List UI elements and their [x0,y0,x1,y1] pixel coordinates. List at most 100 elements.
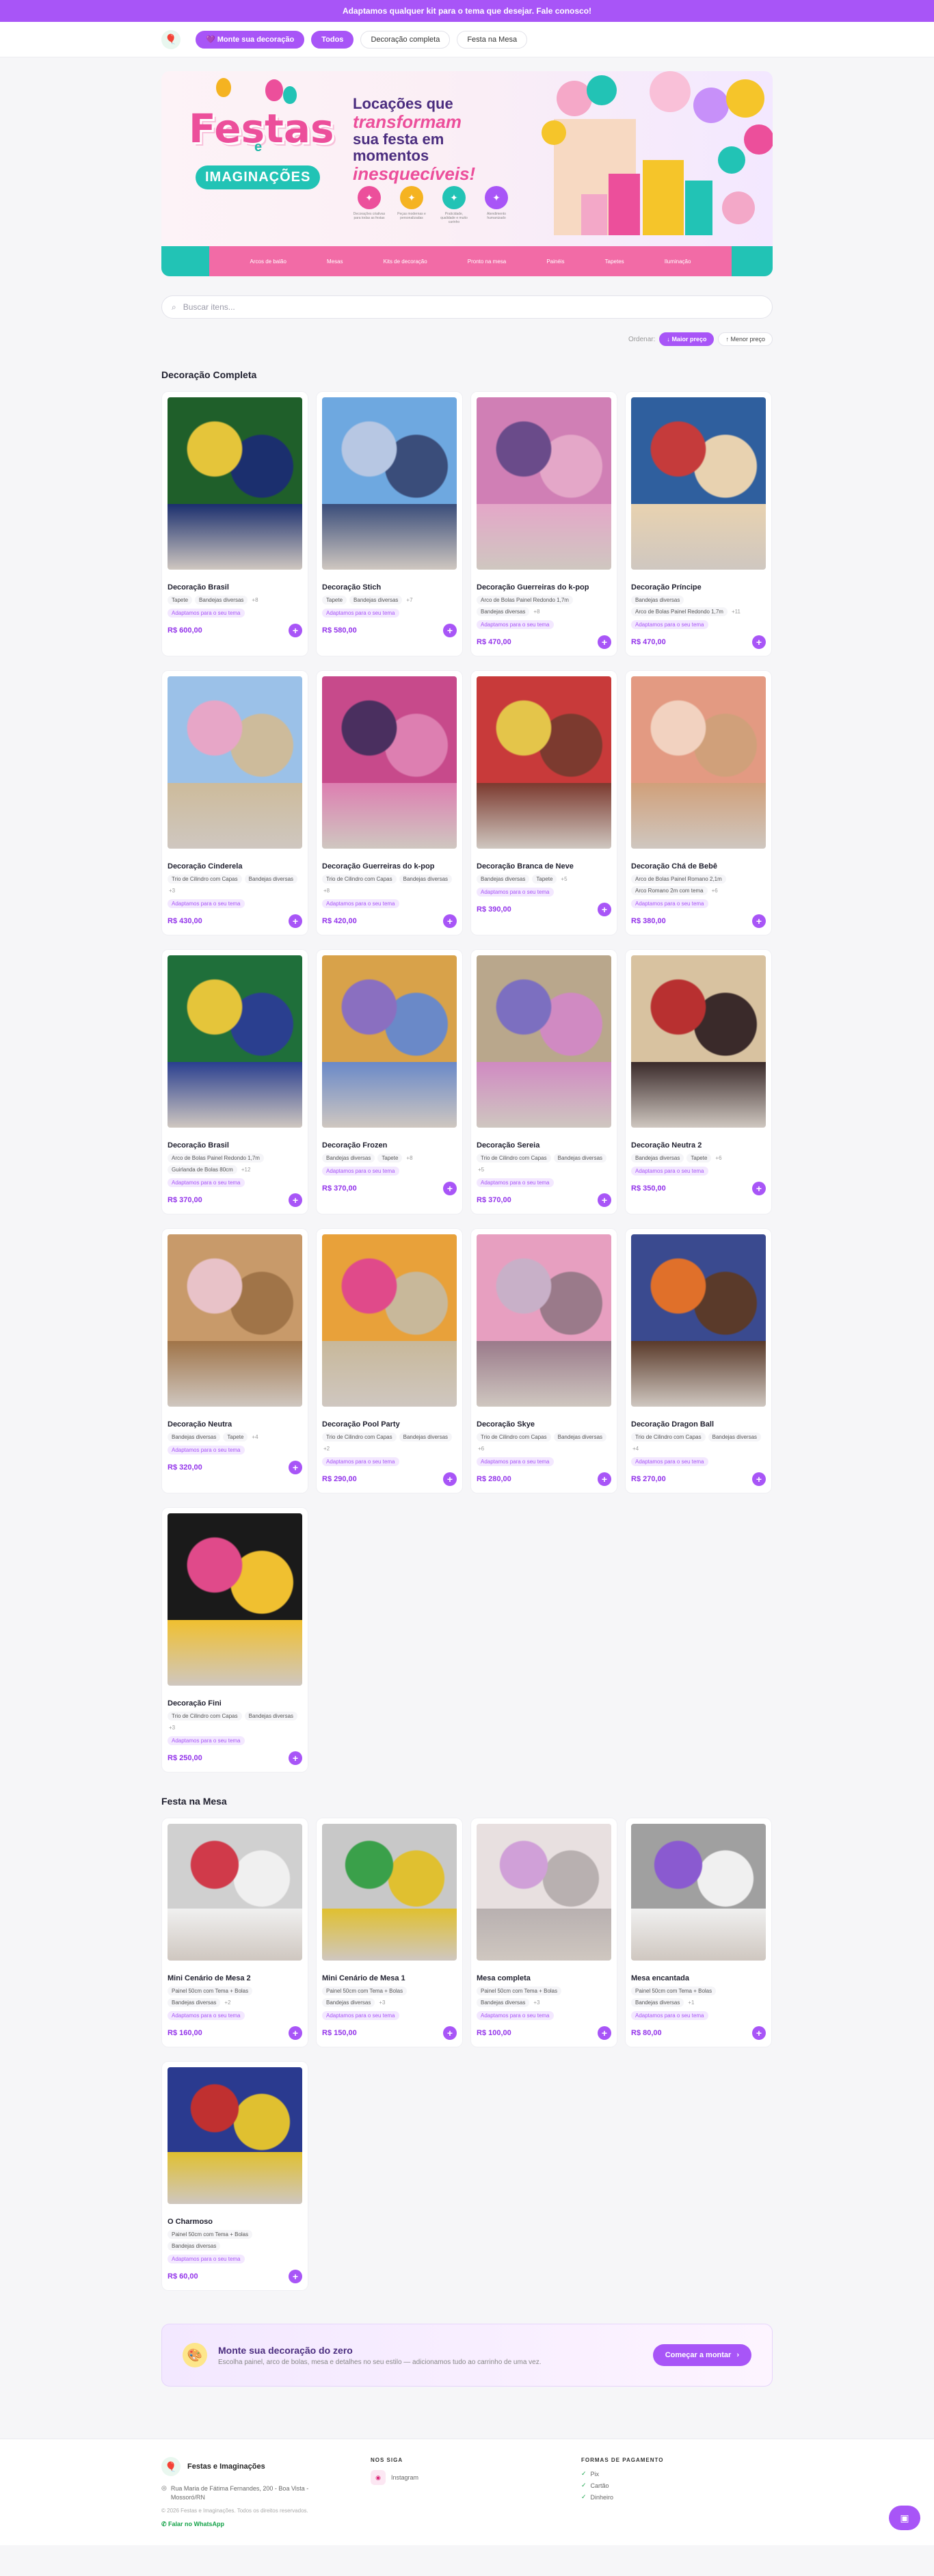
product-card[interactable]: Decoração Fini Trio de Cilindro com Capa… [161,1507,308,1772]
product-image[interactable] [168,1234,302,1407]
add-to-cart-button[interactable]: + [289,2270,302,2283]
product-card[interactable]: Mini Cenário de Mesa 1 Painel 50cm com T… [316,1818,463,2047]
product-image[interactable] [322,1824,457,1961]
add-to-cart-button[interactable]: + [443,624,457,637]
product-name[interactable]: Decoração Guerreiras do k-pop [477,583,611,592]
add-to-cart-button[interactable]: + [443,1472,457,1486]
start-building-button[interactable]: Começar a montar › [652,2344,751,2366]
product-card[interactable]: Mesa completa Painel 50cm com Tema + Bol… [470,1818,617,2047]
product-name[interactable]: Decoração Neutra [168,1420,302,1429]
product-image[interactable] [631,1234,766,1407]
product-image[interactable] [631,397,766,570]
product-image[interactable] [168,2067,302,2204]
tab-festa-na-mesa[interactable]: Festa na Mesa [457,30,528,49]
product-name[interactable]: Decoração Frozen [322,1141,457,1150]
add-to-cart-button[interactable]: + [598,1193,611,1207]
logo-icon[interactable]: 🎈 [161,29,181,49]
product-image[interactable] [168,955,302,1128]
add-to-cart-button[interactable]: + [752,635,766,649]
product-image[interactable] [322,955,457,1128]
add-to-cart-button[interactable]: + [598,2026,611,2040]
product-card[interactable]: Decoração Guerreiras do k-pop Trio de Ci… [316,670,463,935]
product-card[interactable]: Decoração Neutra 2 Bandejas diversas Tape… [625,949,772,1214]
product-name[interactable]: Decoração Sereia [477,1141,611,1150]
product-image[interactable] [631,1824,766,1961]
product-name[interactable]: Mesa completa [477,1974,611,1982]
product-name[interactable]: Decoração Chá de Bebê [631,862,766,871]
product-name[interactable]: Decoração Pool Party [322,1420,457,1429]
product-card[interactable]: Decoração Branca de Neve Bandejas divers… [470,670,617,935]
product-name[interactable]: Decoração Skye [477,1420,611,1429]
product-name[interactable]: Decoração Príncipe [631,583,766,592]
product-image[interactable] [477,1234,611,1407]
add-to-cart-button[interactable]: + [443,2026,457,2040]
product-card[interactable]: Decoração Guerreiras do k-pop Arco de Bo… [470,391,617,656]
product-card[interactable]: Decoração Cinderela Trio de Cilindro com… [161,670,308,935]
product-name[interactable]: Decoração Branca de Neve [477,862,611,871]
product-name[interactable]: O Charmoso [168,2218,302,2226]
product-card[interactable]: Decoração Sereia Trio de Cilindro com Ca… [470,949,617,1214]
search-bar[interactable]: ⌕ Buscar itens... [161,295,773,319]
add-to-cart-button[interactable]: + [752,1472,766,1486]
product-name[interactable]: Decoração Fini [168,1699,302,1708]
product-image[interactable] [168,397,302,570]
product-name[interactable]: Mini Cenário de Mesa 2 [168,1974,302,1982]
add-to-cart-button[interactable]: + [598,1472,611,1486]
add-to-cart-button[interactable]: + [289,1193,302,1207]
product-image[interactable] [477,1824,611,1961]
product-card[interactable]: Decoração Frozen Bandejas diversas Tapete… [316,949,463,1214]
product-card[interactable]: Mesa encantada Painel 50cm com Tema + Bo… [625,1818,772,2047]
product-image[interactable] [477,397,611,570]
product-card[interactable]: Decoração Skye Trio de Cilindro com Capa… [470,1228,617,1493]
product-name[interactable]: Decoração Cinderela [168,862,302,871]
product-card[interactable]: Decoração Chá de Bebê Arco de Bolas Pain… [625,670,772,935]
add-to-cart-button[interactable]: + [598,903,611,916]
product-card[interactable]: Mini Cenário de Mesa 2 Painel 50cm com T… [161,1818,308,2047]
product-image[interactable] [168,676,302,849]
product-image[interactable] [322,676,457,849]
tab-todos[interactable]: Todos [311,30,354,49]
product-image[interactable] [631,676,766,849]
product-card[interactable]: Decoração Stich Tapete Bandejas diversas +… [316,391,463,656]
product-name[interactable]: Decoração Brasil [168,1141,302,1150]
add-to-cart-button[interactable]: + [752,1182,766,1195]
whatsapp-link[interactable]: ✆ Falar no WhatsApp [161,2521,339,2528]
product-card[interactable]: Decoração Dragon Ball Trio de Cilindro c… [625,1228,772,1493]
product-image[interactable] [477,955,611,1128]
product-name[interactable]: Mesa encantada [631,1974,766,1982]
product-card[interactable]: Decoração Neutra Bandejas diversas Tapete… [161,1228,308,1493]
tab-decoracao-completa[interactable]: Decoração completa [360,30,451,49]
build-decoration-button[interactable]: 💜 Monte sua decoração [196,30,305,49]
product-image[interactable] [477,676,611,849]
product-name[interactable]: Decoração Dragon Ball [631,1420,766,1429]
add-to-cart-button[interactable]: + [289,1751,302,1765]
sort-lowest-price[interactable]: ↑ Menor preço [718,332,773,346]
product-image[interactable] [322,397,457,570]
add-to-cart-button[interactable]: + [598,635,611,649]
add-to-cart-button[interactable]: + [443,914,457,928]
product-card[interactable]: Decoração Príncipe Bandejas diversas Arco… [625,391,772,656]
product-image[interactable] [168,1513,302,1686]
product-name[interactable]: Decoração Neutra 2 [631,1141,766,1150]
product-card[interactable]: Decoração Brasil Tapete Bandejas diversas… [161,391,308,656]
add-to-cart-button[interactable]: + [752,914,766,928]
product-image[interactable] [631,955,766,1128]
product-card[interactable]: O Charmoso Painel 50cm com Tema + Bolas B… [161,2061,308,2291]
product-image[interactable] [322,1234,457,1407]
instagram-link[interactable]: ◉ Instagram [371,2470,418,2485]
product-name[interactable]: Decoração Guerreiras do k-pop [322,862,457,871]
add-to-cart-button[interactable]: + [289,624,302,637]
product-card[interactable]: Decoração Pool Party Trio de Cilindro co… [316,1228,463,1493]
product-name[interactable]: Mini Cenário de Mesa 1 [322,1974,457,1982]
product-image[interactable] [168,1824,302,1961]
product-name[interactable]: Decoração Stich [322,583,457,592]
cart-button[interactable]: ▣ [889,2506,920,2530]
add-to-cart-button[interactable]: + [289,1461,302,1474]
add-to-cart-button[interactable]: + [443,1182,457,1195]
product-card[interactable]: Decoração Brasil Arco de Bolas Painel Re… [161,949,308,1214]
sort-highest-price[interactable]: ↓ Maior preço [659,332,715,346]
product-name[interactable]: Decoração Brasil [168,583,302,592]
add-to-cart-button[interactable]: + [289,2026,302,2040]
add-to-cart-button[interactable]: + [752,2026,766,2040]
add-to-cart-button[interactable]: + [289,914,302,928]
